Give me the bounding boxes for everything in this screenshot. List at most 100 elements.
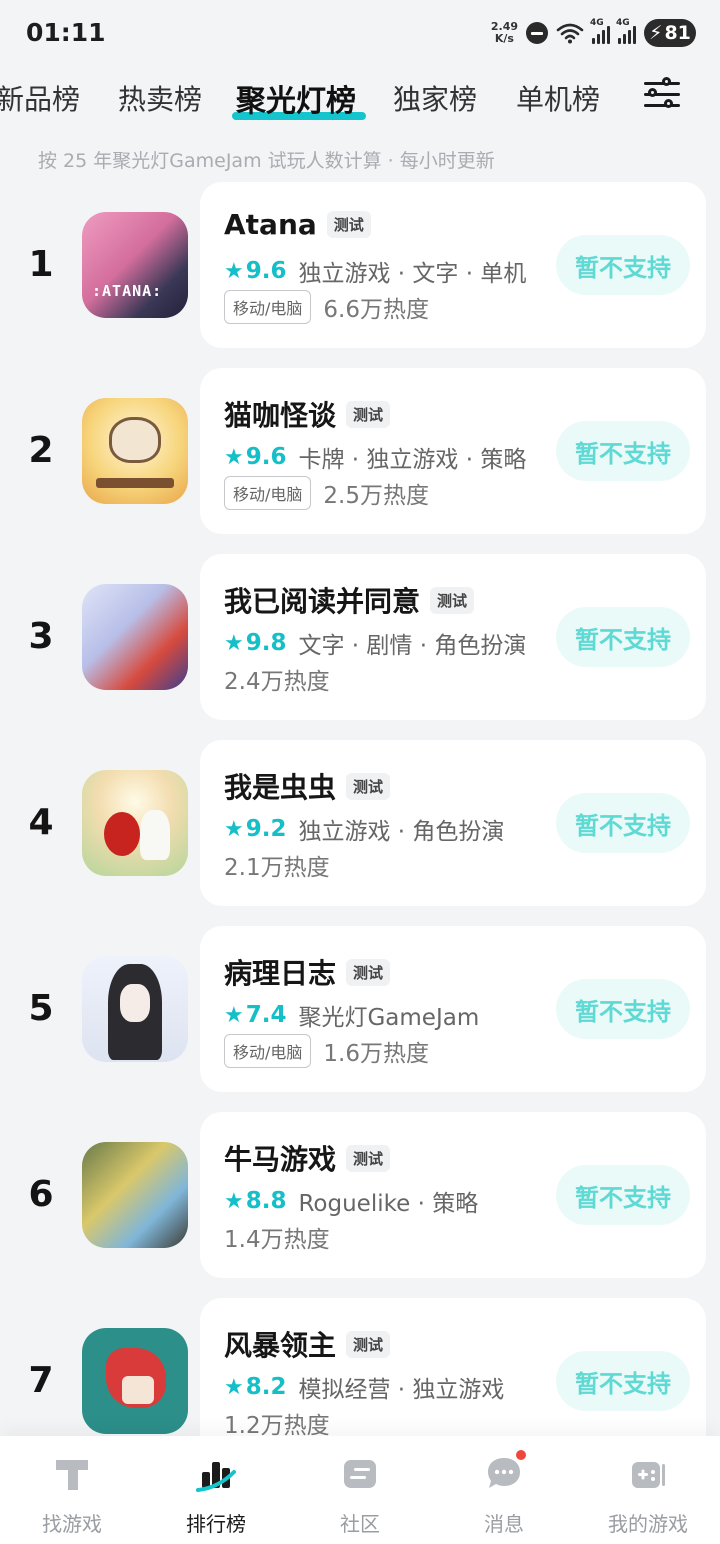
nav-messages[interactable]: 消息	[432, 1436, 576, 1544]
game-card[interactable]: 病理日志 测试 ★ 7.4 聚光灯GameJam 移动/电脑 1.6万热度 暂不…	[200, 926, 706, 1092]
game-score: 9.8	[245, 630, 287, 656]
game-card[interactable]: 我已阅读并同意 测试 ★ 9.8 文字 · 剧情 · 角色扮演 2.4万热度 暂…	[200, 554, 706, 720]
game-tags: 文字 · 剧情 · 角色扮演	[298, 633, 527, 659]
game-tags: 模拟经营 · 独立游戏	[298, 1377, 505, 1403]
heat-count: 2.1万热度	[224, 855, 330, 881]
game-tags: 卡牌 · 独立游戏 · 策略	[298, 447, 527, 473]
cell-signal-icon-2: 4G	[616, 18, 636, 44]
game-tags: 独立游戏 · 角色扮演	[298, 819, 505, 845]
rank-number: 5	[28, 988, 54, 1029]
star-icon: ★	[224, 1374, 244, 1400]
star-icon: ★	[224, 1002, 244, 1028]
tab-exclusive[interactable]: 独家榜	[393, 78, 477, 118]
game-tags: 独立游戏 · 文字 · 单机	[298, 261, 527, 287]
test-badge: 测试	[346, 1330, 391, 1358]
star-icon: ★	[224, 630, 244, 656]
test-badge: 测试	[346, 1144, 391, 1172]
game-tags: Roguelike · 策略	[298, 1191, 479, 1217]
heat-count: 1.2万热度	[224, 1413, 330, 1439]
platform-badge: 移动/电脑	[224, 1034, 312, 1068]
game-icon[interactable]	[82, 1142, 188, 1248]
list-item[interactable]: 3 我已阅读并同意 测试 ★ 9.8 文字 · 剧情 · 角色扮演 2.4万热度…	[0, 554, 720, 720]
game-tags: 聚光灯GameJam	[298, 1005, 480, 1031]
heat-count: 1.6万热度	[323, 1041, 429, 1067]
not-supported-button[interactable]: 暂不支持	[556, 1351, 690, 1411]
heat-count: 1.4万热度	[224, 1227, 330, 1253]
game-name: 风暴领主	[224, 1329, 337, 1362]
not-supported-button[interactable]: 暂不支持	[556, 793, 690, 853]
rank-number: 3	[28, 616, 54, 657]
battery-indicator: ⚡ 81	[644, 19, 696, 47]
game-card[interactable]: 牛马游戏 测试 ★ 8.8 Roguelike · 策略 1.4万热度 暂不支持	[200, 1112, 706, 1278]
not-supported-button[interactable]: 暂不支持	[556, 1165, 690, 1225]
game-score: 9.6	[245, 258, 287, 284]
do-not-disturb-icon	[526, 22, 548, 44]
status-icons: 2.49 K/s 4G 4G ⚡ 81	[491, 16, 696, 50]
test-badge: 测试	[346, 772, 391, 800]
game-name: 病理日志	[224, 957, 337, 990]
game-icon[interactable]	[82, 212, 188, 318]
list-item[interactable]: 5 病理日志 测试 ★ 7.4 聚光灯GameJam 移动/电脑 1.6万热度 …	[0, 926, 720, 1092]
game-score: 8.2	[245, 1374, 287, 1400]
game-card[interactable]: 猫咖怪谈 测试 ★ 9.6 卡牌 · 独立游戏 · 策略 移动/电脑 2.5万热…	[200, 368, 706, 534]
ranking-subtitle: 按 25 年聚光灯GameJam 试玩人数计算 · 每小时更新	[38, 150, 495, 172]
star-icon: ★	[224, 1188, 244, 1214]
star-icon: ★	[224, 258, 244, 284]
rank-number: 6	[28, 1174, 54, 1215]
heat-count: 2.5万热度	[323, 483, 429, 509]
charging-icon: ⚡	[649, 22, 663, 44]
nav-community[interactable]: 社区	[288, 1436, 432, 1544]
tab-spotlight[interactable]: 聚光灯榜	[236, 76, 356, 120]
tab-hot-sale[interactable]: 热卖榜	[118, 78, 202, 118]
heat-count: 6.6万热度	[323, 297, 429, 323]
not-supported-button[interactable]: 暂不支持	[556, 979, 690, 1039]
rank-number: 1	[28, 244, 54, 285]
filter-settings-icon[interactable]	[644, 77, 680, 112]
list-item[interactable]: 6 牛马游戏 测试 ★ 8.8 Roguelike · 策略 1.4万热度 暂不…	[0, 1112, 720, 1278]
nav-ranking[interactable]: 排行榜	[144, 1436, 288, 1544]
nav-my-games[interactable]: 我的游戏	[576, 1436, 720, 1544]
not-supported-button[interactable]: 暂不支持	[556, 607, 690, 667]
list-item[interactable]: 1 Atana 测试 ★ 9.6 独立游戏 · 文字 · 单机 移动/电脑 6.…	[0, 182, 720, 348]
star-icon: ★	[224, 816, 244, 842]
game-score: 9.6	[245, 444, 287, 470]
game-icon[interactable]	[82, 398, 188, 504]
not-supported-button[interactable]: 暂不支持	[556, 235, 690, 295]
game-score: 9.2	[245, 816, 287, 842]
my-games-icon	[632, 1462, 665, 1488]
list-item[interactable]: 2 猫咖怪谈 测试 ★ 9.6 卡牌 · 独立游戏 · 策略 移动/电脑 2.5…	[0, 368, 720, 534]
status-time: 01:11	[26, 18, 106, 47]
wifi-icon	[556, 23, 584, 44]
find-game-icon	[56, 1460, 88, 1490]
game-icon[interactable]	[82, 770, 188, 876]
game-name: 我是虫虫	[224, 771, 337, 804]
game-icon[interactable]	[82, 584, 188, 690]
game-card[interactable]: Atana 测试 ★ 9.6 独立游戏 · 文字 · 单机 移动/电脑 6.6万…	[200, 182, 706, 348]
test-badge: 测试	[346, 958, 391, 986]
ranking-icon	[196, 1462, 236, 1492]
community-icon	[344, 1460, 376, 1488]
game-icon[interactable]	[82, 956, 188, 1062]
game-icon[interactable]	[82, 1328, 188, 1434]
tab-single-player[interactable]: 单机榜	[516, 78, 600, 118]
list-item[interactable]: 4 我是虫虫 测试 ★ 9.2 独立游戏 · 角色扮演 2.1万热度 暂不支持	[0, 740, 720, 906]
game-name: Atana	[224, 208, 317, 241]
tab-new[interactable]: 新品榜	[0, 78, 80, 118]
game-name: 猫咖怪谈	[224, 399, 337, 432]
not-supported-button[interactable]: 暂不支持	[556, 421, 690, 481]
unread-dot	[514, 1448, 528, 1462]
game-score: 7.4	[245, 1002, 287, 1028]
rank-number: 4	[28, 802, 54, 843]
heat-count: 2.4万热度	[224, 669, 330, 695]
test-badge: 测试	[346, 400, 391, 428]
test-badge: 测试	[326, 211, 371, 238]
star-icon: ★	[224, 444, 244, 470]
nav-find-game[interactable]: 找游戏	[0, 1436, 144, 1544]
platform-badge: 移动/电脑	[224, 290, 312, 324]
game-card[interactable]: 我是虫虫 测试 ★ 9.2 独立游戏 · 角色扮演 2.1万热度 暂不支持	[200, 740, 706, 906]
cell-signal-icon: 4G	[590, 18, 610, 44]
status-bar: 01:11 2.49 K/s 4G 4G ⚡ 81	[0, 0, 720, 64]
bottom-navigation: 找游戏 排行榜 社区 消息 我的游戏	[0, 1436, 720, 1544]
rank-number: 2	[28, 430, 54, 471]
game-name: 我已阅读并同意	[224, 585, 421, 618]
